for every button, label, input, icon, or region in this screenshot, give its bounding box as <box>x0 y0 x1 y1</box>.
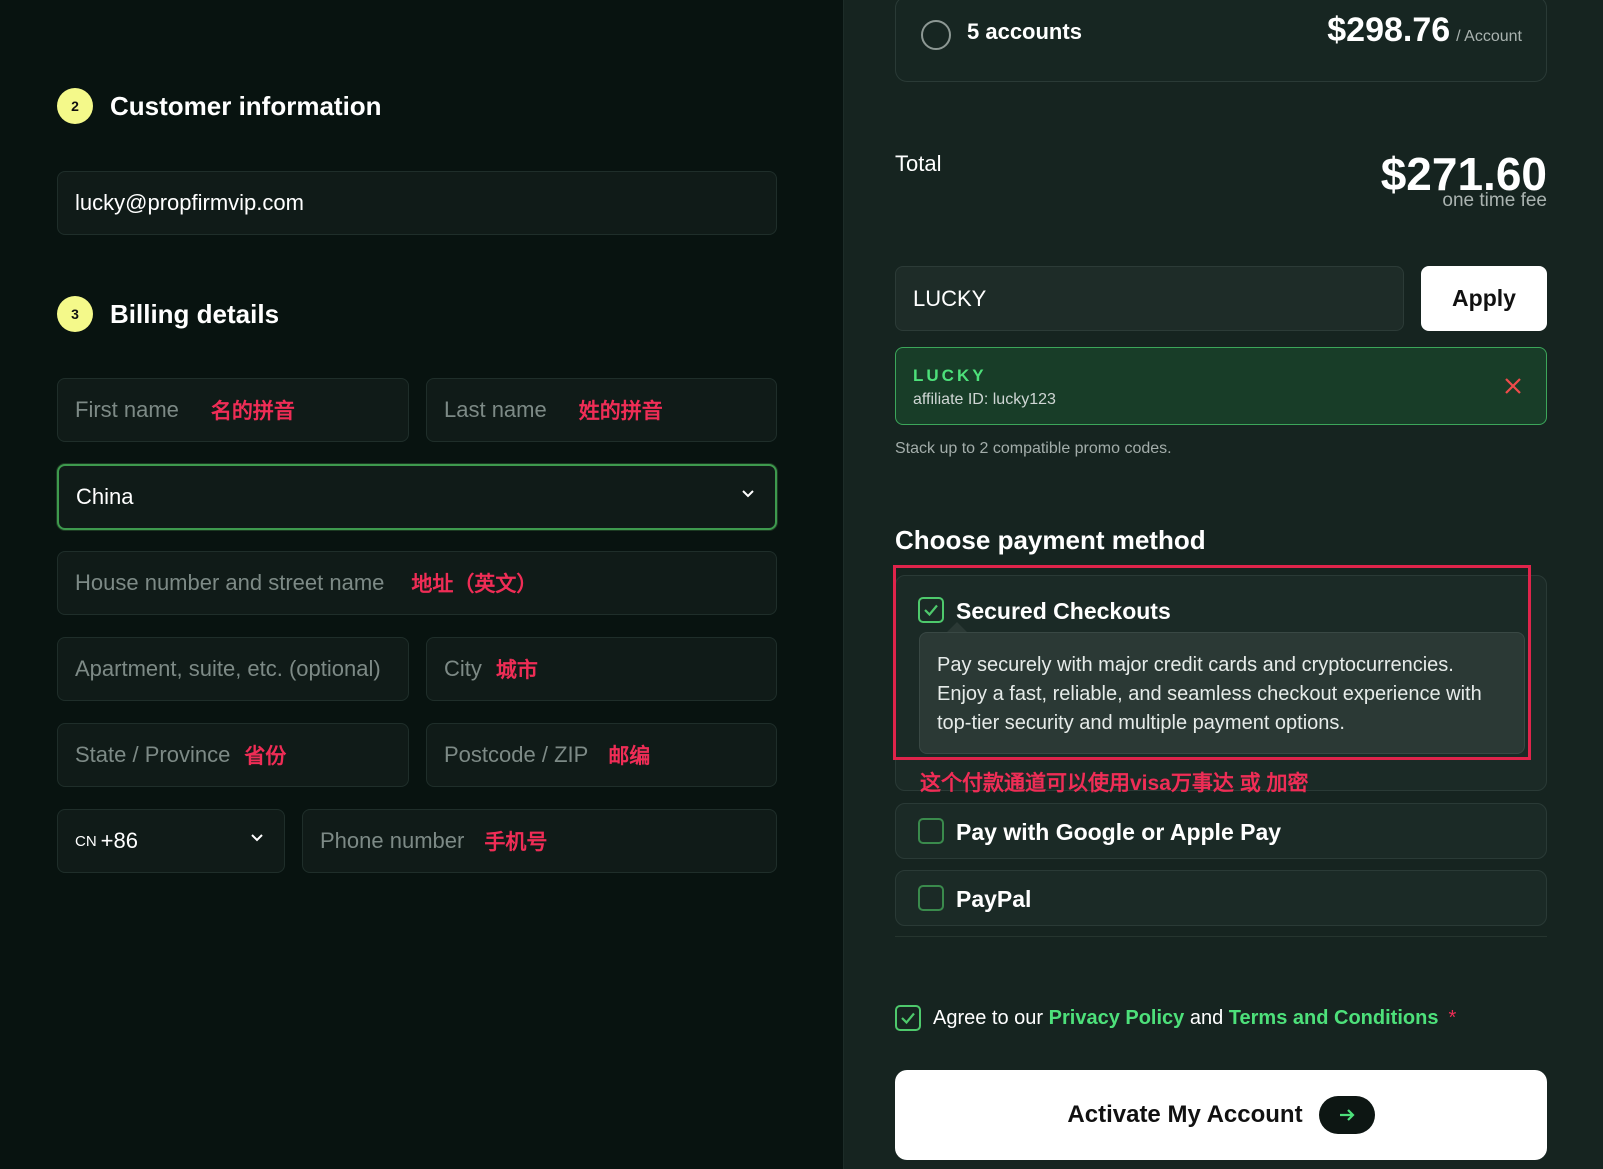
state-field[interactable]: State / Province 省份 <box>57 723 409 787</box>
payment-option-label: PayPal <box>956 886 1032 912</box>
price-value: $298.76 <box>1327 11 1451 49</box>
checkbox[interactable] <box>918 818 944 844</box>
city-field[interactable]: City 城市 <box>426 637 777 701</box>
apartment-field[interactable]: Apartment, suite, etc. (optional) <box>57 637 409 701</box>
billing-form-panel: 2 Customer information lucky@propfirmvip… <box>0 0 843 1169</box>
postcode-field[interactable]: Postcode / ZIP 邮编 <box>426 723 777 787</box>
city-annotation: 城市 <box>495 659 538 682</box>
chevron-down-icon <box>251 834 263 842</box>
section-title: Customer information <box>110 90 382 121</box>
postcode-placeholder: Postcode / ZIP <box>444 742 589 767</box>
account-option-5[interactable]: 5 accounts $298.76 / Account <box>895 0 1547 82</box>
email-field[interactable]: lucky@propfirmvip.com <box>57 171 777 235</box>
first-name-field[interactable]: First name 名的拼音 <box>57 378 409 442</box>
payment-option-label: Pay with Google or Apple Pay <box>956 819 1282 845</box>
required-mark: * <box>1448 1006 1457 1029</box>
divider <box>895 936 1547 937</box>
phone-country-code-select[interactable]: CN +86 <box>57 809 285 873</box>
checkbox[interactable] <box>918 885 944 911</box>
payment-method-title: Choose payment method <box>895 525 1206 555</box>
price-unit: / Account <box>1456 28 1522 45</box>
promo-stack-note: Stack up to 2 compatible promo codes. <box>895 440 1172 457</box>
state-annotation: 省份 <box>244 745 287 768</box>
applied-promo-code: LUCKY <box>913 366 987 385</box>
street-address-field[interactable]: House number and street name 地址（英文） <box>57 551 777 615</box>
applied-promo-chip: LUCKY affiliate ID: lucky123 <box>895 347 1547 425</box>
last-name-field[interactable]: Last name 姓的拼音 <box>426 378 777 442</box>
activate-label: Activate My Account <box>1067 1101 1303 1128</box>
agree-prefix: Agree to our <box>933 1006 1044 1029</box>
last-name-placeholder: Last name <box>444 397 547 422</box>
arrow-right-icon <box>1318 1096 1375 1134</box>
check-icon <box>901 1012 915 1025</box>
city-placeholder: City <box>444 656 482 681</box>
terms-agreement: Agree to our Privacy Policy and Terms an… <box>895 1005 1456 1031</box>
phone-annotation: 手机号 <box>484 831 548 854</box>
agree-checkbox[interactable] <box>895 1005 921 1031</box>
radio-button[interactable] <box>921 20 951 50</box>
chevron-down-icon <box>742 490 754 498</box>
apartment-placeholder: Apartment, suite, etc. (optional) <box>75 656 381 681</box>
street-placeholder: House number and street name <box>75 570 385 595</box>
payment-annotation: 这个付款通道可以使用visa万事达 或 加密 <box>920 772 1309 795</box>
first-name-annotation: 名的拼音 <box>210 400 295 423</box>
step-badge: 3 <box>57 296 93 332</box>
section-title: Billing details <box>110 298 280 329</box>
total-label: Total <box>895 151 942 176</box>
street-annotation: 地址（英文） <box>411 573 538 596</box>
phone-number-field[interactable]: Phone number 手机号 <box>302 809 777 873</box>
postcode-annotation: 邮编 <box>608 745 651 768</box>
country-value: China <box>76 484 134 509</box>
promo-code-value: LUCKY <box>913 285 987 311</box>
country-select[interactable]: China <box>57 464 777 530</box>
billing-details-heading: 3 Billing details <box>57 296 279 332</box>
country-flag-code: CN <box>75 832 97 850</box>
annotation-highlight-frame <box>893 565 1531 760</box>
terms-link[interactable]: Terms and Conditions <box>1229 1007 1439 1030</box>
phone-placeholder: Phone number <box>320 828 465 853</box>
affiliate-id: affiliate ID: lucky123 <box>913 391 1056 408</box>
first-name-placeholder: First name <box>75 397 179 422</box>
account-option-price: $298.76 / Account <box>1327 11 1522 50</box>
last-name-annotation: 姓的拼音 <box>578 400 663 423</box>
promo-code-input[interactable]: LUCKY <box>895 266 1404 331</box>
payment-option-paypal[interactable]: PayPal <box>895 870 1547 926</box>
payment-option-google-apple-pay[interactable]: Pay with Google or Apple Pay <box>895 803 1547 859</box>
privacy-policy-link[interactable]: Privacy Policy <box>1049 1007 1185 1030</box>
close-icon[interactable] <box>1502 375 1524 397</box>
account-option-label: 5 accounts <box>967 19 1082 44</box>
customer-information-heading: 2 Customer information <box>57 88 382 124</box>
step-badge: 2 <box>57 88 93 124</box>
dial-code: +86 <box>100 828 138 853</box>
agree-middle: and <box>1189 1006 1224 1029</box>
activate-account-button[interactable]: Activate My Account <box>895 1070 1547 1160</box>
email-value: lucky@propfirmvip.com <box>75 190 304 215</box>
apply-promo-button[interactable]: Apply <box>1421 266 1547 331</box>
total-fee-note: one time fee <box>1442 190 1547 211</box>
state-placeholder: State / Province <box>75 742 231 767</box>
